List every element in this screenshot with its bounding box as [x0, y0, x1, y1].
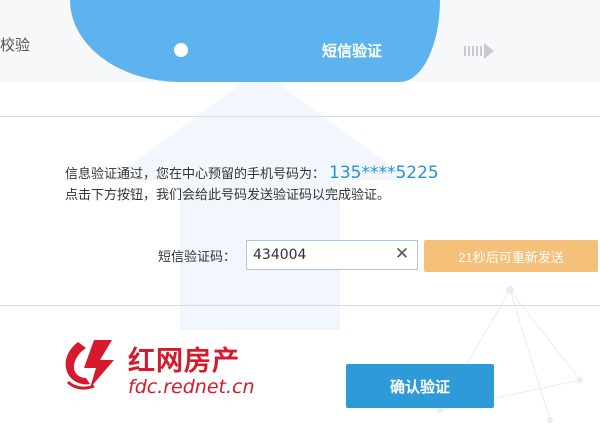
phone-number: 135****5225 — [329, 163, 439, 183]
step-active-label: 短信验证 — [322, 42, 383, 60]
clear-icon[interactable]: ✕ — [392, 244, 412, 264]
progress-arrow-icon — [464, 43, 494, 59]
rednet-logo-icon — [65, 340, 114, 390]
logo-name: 红网房产 — [128, 346, 240, 377]
info-line-2: 点击下方按钮，我们会给此号码发送验证码以完成验证。 — [65, 188, 391, 203]
divider — [0, 116, 600, 117]
info-text: 信息验证通过，您在中心预留的手机号码为： — [65, 167, 326, 182]
confirm-button[interactable]: 确认验证 — [346, 364, 494, 408]
step-bar: 校验 短信验证 — [0, 0, 600, 82]
logo-url: fdc.rednet.cn — [128, 376, 255, 398]
info-line-1: 信息验证通过，您在中心预留的手机号码为： 135****5225 — [65, 163, 439, 183]
step-prev-label: 校验 — [0, 36, 31, 54]
sms-code-label: 短信验证码： — [158, 250, 237, 265]
step-dot-icon — [174, 43, 188, 57]
resend-button[interactable]: 21秒后可重新发送 — [424, 240, 598, 272]
divider — [0, 305, 600, 306]
step-active-highlight — [70, 0, 440, 82]
sms-code-input[interactable] — [247, 241, 387, 269]
